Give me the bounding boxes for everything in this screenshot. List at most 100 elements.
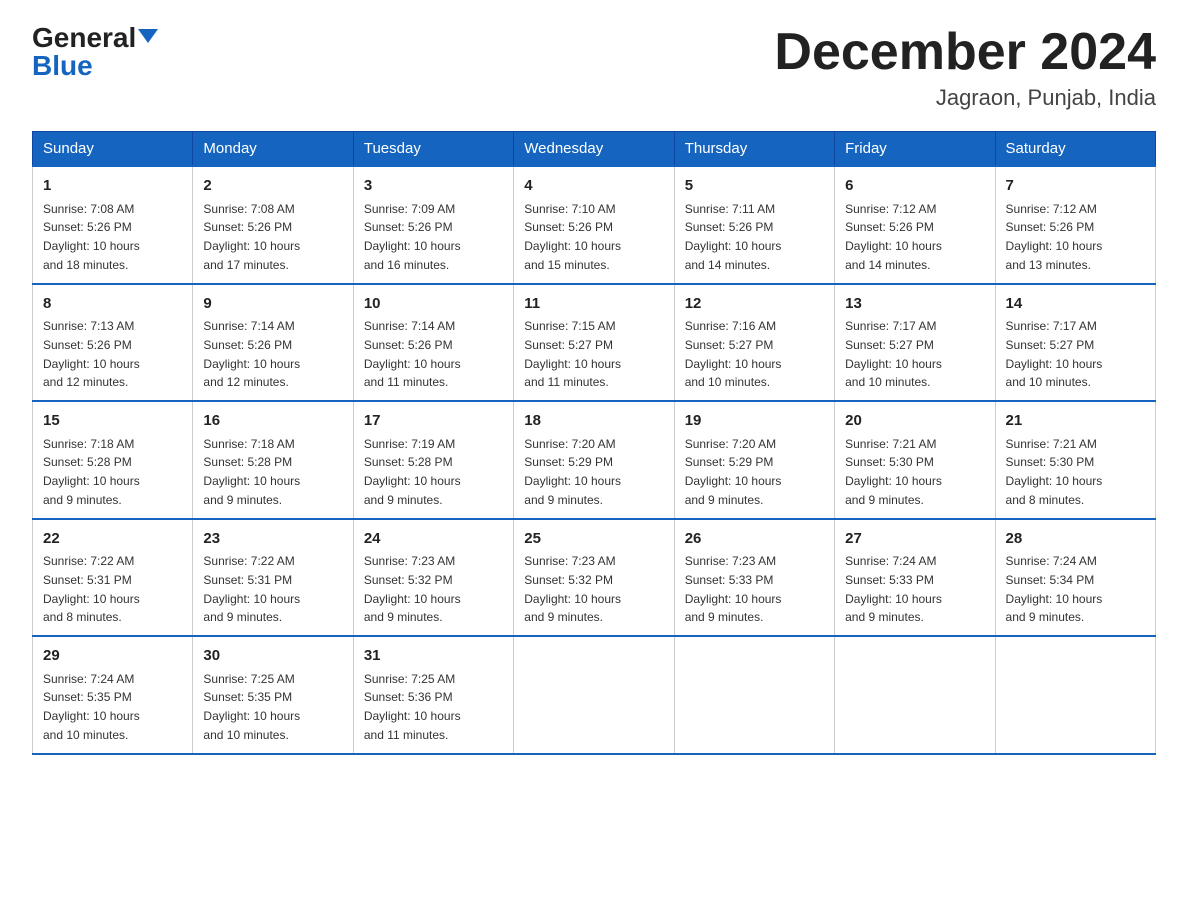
logo-area: General Blue [32, 24, 158, 80]
calendar-cell: 12 Sunrise: 7:16 AMSunset: 5:27 PMDaylig… [674, 284, 834, 402]
day-info: Sunrise: 7:17 AMSunset: 5:27 PMDaylight:… [845, 319, 942, 389]
day-number: 7 [1006, 175, 1145, 198]
calendar-week-3: 15 Sunrise: 7:18 AMSunset: 5:28 PMDaylig… [33, 401, 1156, 519]
calendar-cell: 4 Sunrise: 7:10 AMSunset: 5:26 PMDayligh… [514, 166, 674, 284]
calendar-cell: 19 Sunrise: 7:20 AMSunset: 5:29 PMDaylig… [674, 401, 834, 519]
day-info: Sunrise: 7:14 AMSunset: 5:26 PMDaylight:… [364, 319, 461, 389]
day-info: Sunrise: 7:16 AMSunset: 5:27 PMDaylight:… [685, 319, 782, 389]
day-info: Sunrise: 7:11 AMSunset: 5:26 PMDaylight:… [685, 202, 782, 272]
day-number: 22 [43, 528, 182, 551]
day-info: Sunrise: 7:20 AMSunset: 5:29 PMDaylight:… [524, 437, 621, 507]
day-info: Sunrise: 7:14 AMSunset: 5:26 PMDaylight:… [203, 319, 300, 389]
day-number: 18 [524, 410, 663, 433]
day-info: Sunrise: 7:15 AMSunset: 5:27 PMDaylight:… [524, 319, 621, 389]
calendar-cell: 14 Sunrise: 7:17 AMSunset: 5:27 PMDaylig… [995, 284, 1155, 402]
day-info: Sunrise: 7:12 AMSunset: 5:26 PMDaylight:… [1006, 202, 1103, 272]
day-number: 9 [203, 293, 342, 316]
calendar-cell: 8 Sunrise: 7:13 AMSunset: 5:26 PMDayligh… [33, 284, 193, 402]
calendar-cell: 18 Sunrise: 7:20 AMSunset: 5:29 PMDaylig… [514, 401, 674, 519]
day-number: 3 [364, 175, 503, 198]
calendar-cell [835, 636, 995, 754]
month-title: December 2024 [774, 24, 1156, 81]
column-header-saturday: Saturday [995, 132, 1155, 167]
day-info: Sunrise: 7:13 AMSunset: 5:26 PMDaylight:… [43, 319, 140, 389]
logo-triangle-icon [138, 29, 158, 43]
day-number: 14 [1006, 293, 1145, 316]
day-number: 31 [364, 645, 503, 668]
day-info: Sunrise: 7:23 AMSunset: 5:32 PMDaylight:… [364, 554, 461, 624]
day-info: Sunrise: 7:23 AMSunset: 5:33 PMDaylight:… [685, 554, 782, 624]
day-info: Sunrise: 7:17 AMSunset: 5:27 PMDaylight:… [1006, 319, 1103, 389]
day-number: 26 [685, 528, 824, 551]
day-number: 5 [685, 175, 824, 198]
day-info: Sunrise: 7:09 AMSunset: 5:26 PMDaylight:… [364, 202, 461, 272]
day-number: 27 [845, 528, 984, 551]
logo-blue-text: Blue [32, 50, 93, 81]
day-number: 25 [524, 528, 663, 551]
calendar-cell: 17 Sunrise: 7:19 AMSunset: 5:28 PMDaylig… [353, 401, 513, 519]
day-info: Sunrise: 7:18 AMSunset: 5:28 PMDaylight:… [43, 437, 140, 507]
day-info: Sunrise: 7:25 AMSunset: 5:35 PMDaylight:… [203, 672, 300, 742]
day-info: Sunrise: 7:24 AMSunset: 5:35 PMDaylight:… [43, 672, 140, 742]
column-header-wednesday: Wednesday [514, 132, 674, 167]
day-info: Sunrise: 7:10 AMSunset: 5:26 PMDaylight:… [524, 202, 621, 272]
calendar-cell: 26 Sunrise: 7:23 AMSunset: 5:33 PMDaylig… [674, 519, 834, 637]
calendar-cell: 5 Sunrise: 7:11 AMSunset: 5:26 PMDayligh… [674, 166, 834, 284]
calendar-cell [514, 636, 674, 754]
calendar-cell: 15 Sunrise: 7:18 AMSunset: 5:28 PMDaylig… [33, 401, 193, 519]
day-info: Sunrise: 7:21 AMSunset: 5:30 PMDaylight:… [1006, 437, 1103, 507]
day-number: 8 [43, 293, 182, 316]
column-header-sunday: Sunday [33, 132, 193, 167]
calendar-cell: 24 Sunrise: 7:23 AMSunset: 5:32 PMDaylig… [353, 519, 513, 637]
calendar-week-1: 1 Sunrise: 7:08 AMSunset: 5:26 PMDayligh… [33, 166, 1156, 284]
calendar-cell: 31 Sunrise: 7:25 AMSunset: 5:36 PMDaylig… [353, 636, 513, 754]
day-number: 23 [203, 528, 342, 551]
calendar-cell: 30 Sunrise: 7:25 AMSunset: 5:35 PMDaylig… [193, 636, 353, 754]
day-number: 2 [203, 175, 342, 198]
day-number: 24 [364, 528, 503, 551]
calendar-cell: 11 Sunrise: 7:15 AMSunset: 5:27 PMDaylig… [514, 284, 674, 402]
day-number: 6 [845, 175, 984, 198]
calendar-week-2: 8 Sunrise: 7:13 AMSunset: 5:26 PMDayligh… [33, 284, 1156, 402]
calendar-cell: 3 Sunrise: 7:09 AMSunset: 5:26 PMDayligh… [353, 166, 513, 284]
calendar-cell: 1 Sunrise: 7:08 AMSunset: 5:26 PMDayligh… [33, 166, 193, 284]
day-number: 13 [845, 293, 984, 316]
calendar-cell: 25 Sunrise: 7:23 AMSunset: 5:32 PMDaylig… [514, 519, 674, 637]
calendar-cell: 29 Sunrise: 7:24 AMSunset: 5:35 PMDaylig… [33, 636, 193, 754]
day-number: 16 [203, 410, 342, 433]
column-header-monday: Monday [193, 132, 353, 167]
day-info: Sunrise: 7:22 AMSunset: 5:31 PMDaylight:… [203, 554, 300, 624]
day-number: 29 [43, 645, 182, 668]
column-header-tuesday: Tuesday [353, 132, 513, 167]
calendar-cell: 23 Sunrise: 7:22 AMSunset: 5:31 PMDaylig… [193, 519, 353, 637]
calendar-cell: 6 Sunrise: 7:12 AMSunset: 5:26 PMDayligh… [835, 166, 995, 284]
day-info: Sunrise: 7:08 AMSunset: 5:26 PMDaylight:… [43, 202, 140, 272]
calendar-cell: 21 Sunrise: 7:21 AMSunset: 5:30 PMDaylig… [995, 401, 1155, 519]
calendar-cell: 28 Sunrise: 7:24 AMSunset: 5:34 PMDaylig… [995, 519, 1155, 637]
calendar-cell [674, 636, 834, 754]
calendar-cell: 9 Sunrise: 7:14 AMSunset: 5:26 PMDayligh… [193, 284, 353, 402]
column-header-friday: Friday [835, 132, 995, 167]
calendar-cell: 16 Sunrise: 7:18 AMSunset: 5:28 PMDaylig… [193, 401, 353, 519]
day-info: Sunrise: 7:19 AMSunset: 5:28 PMDaylight:… [364, 437, 461, 507]
calendar-cell: 10 Sunrise: 7:14 AMSunset: 5:26 PMDaylig… [353, 284, 513, 402]
day-info: Sunrise: 7:08 AMSunset: 5:26 PMDaylight:… [203, 202, 300, 272]
day-number: 19 [685, 410, 824, 433]
day-number: 10 [364, 293, 503, 316]
day-info: Sunrise: 7:12 AMSunset: 5:26 PMDaylight:… [845, 202, 942, 272]
day-number: 4 [524, 175, 663, 198]
calendar-cell: 27 Sunrise: 7:24 AMSunset: 5:33 PMDaylig… [835, 519, 995, 637]
calendar-cell: 22 Sunrise: 7:22 AMSunset: 5:31 PMDaylig… [33, 519, 193, 637]
day-number: 20 [845, 410, 984, 433]
calendar-week-4: 22 Sunrise: 7:22 AMSunset: 5:31 PMDaylig… [33, 519, 1156, 637]
calendar-cell [995, 636, 1155, 754]
day-number: 30 [203, 645, 342, 668]
day-number: 15 [43, 410, 182, 433]
calendar-cell: 20 Sunrise: 7:21 AMSunset: 5:30 PMDaylig… [835, 401, 995, 519]
day-number: 12 [685, 293, 824, 316]
logo: General Blue [32, 24, 158, 80]
day-number: 1 [43, 175, 182, 198]
day-info: Sunrise: 7:24 AMSunset: 5:34 PMDaylight:… [1006, 554, 1103, 624]
day-number: 21 [1006, 410, 1145, 433]
day-info: Sunrise: 7:20 AMSunset: 5:29 PMDaylight:… [685, 437, 782, 507]
